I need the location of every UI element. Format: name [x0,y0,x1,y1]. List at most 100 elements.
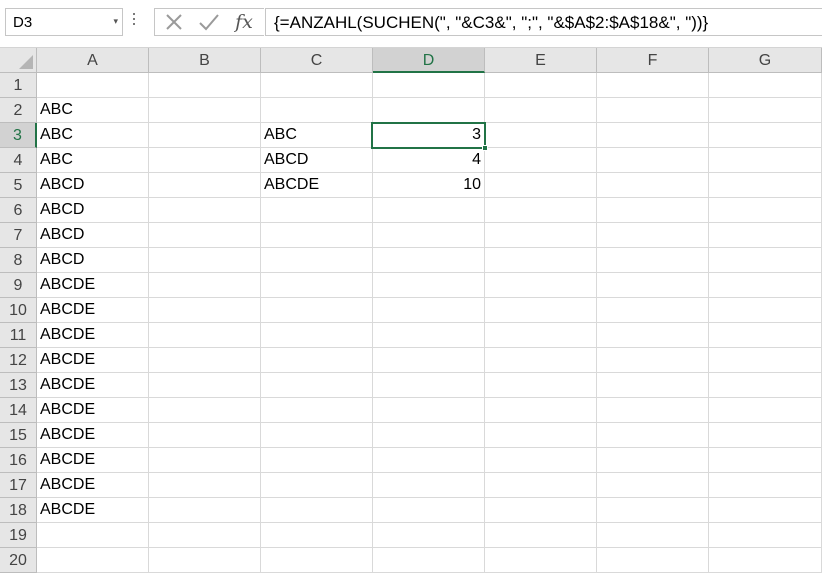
formula-input[interactable]: {=ANZAHL(SUCHEN(", "&C3&", ";", "&$A$2:$… [265,8,822,36]
cell-f3[interactable] [597,123,709,148]
cell-c1[interactable] [261,73,373,98]
cell-d7[interactable] [373,223,485,248]
cell-f12[interactable] [597,348,709,373]
row-header-20[interactable]: 20 [0,548,37,573]
cell-d6[interactable] [373,198,485,223]
cell-c20[interactable] [261,548,373,573]
cell-f11[interactable] [597,323,709,348]
cell-d14[interactable] [373,398,485,423]
row-header-9[interactable]: 9 [0,273,37,298]
cell-f14[interactable] [597,398,709,423]
cell-b19[interactable] [149,523,261,548]
cell-g2[interactable] [709,98,822,123]
cell-a10[interactable]: ABCDE [37,298,149,323]
cell-b1[interactable] [149,73,261,98]
row-header-6[interactable]: 6 [0,198,37,223]
cell-d20[interactable] [373,548,485,573]
cell-e9[interactable] [485,273,597,298]
fill-handle[interactable] [482,145,488,151]
column-header-d[interactable]: D [373,48,485,73]
insert-function-button[interactable]: fx [231,11,257,35]
cell-d2[interactable] [373,98,485,123]
cell-d18[interactable] [373,498,485,523]
cell-b5[interactable] [149,173,261,198]
row-header-13[interactable]: 13 [0,373,37,398]
name-box[interactable]: D3 ▾ [5,8,123,36]
cell-c3[interactable]: ABC [261,123,373,148]
select-all-corner[interactable] [0,48,37,73]
cell-b11[interactable] [149,323,261,348]
cell-f18[interactable] [597,498,709,523]
cell-d3[interactable]: 3 [373,123,485,148]
cell-a18[interactable]: ABCDE [37,498,149,523]
cell-e7[interactable] [485,223,597,248]
cell-b13[interactable] [149,373,261,398]
cell-a3[interactable]: ABC [37,123,149,148]
close-icon[interactable] [161,11,187,35]
cell-d11[interactable] [373,323,485,348]
cell-e8[interactable] [485,248,597,273]
cell-c11[interactable] [261,323,373,348]
cell-c12[interactable] [261,348,373,373]
cell-g4[interactable] [709,148,822,173]
cell-e17[interactable] [485,473,597,498]
chevron-down-icon[interactable]: ▾ [113,16,118,27]
cell-c17[interactable] [261,473,373,498]
cell-g6[interactable] [709,198,822,223]
cell-f20[interactable] [597,548,709,573]
row-header-18[interactable]: 18 [0,498,37,523]
cell-c8[interactable] [261,248,373,273]
cell-f9[interactable] [597,273,709,298]
cell-b2[interactable] [149,98,261,123]
cell-f17[interactable] [597,473,709,498]
cell-e5[interactable] [485,173,597,198]
row-header-12[interactable]: 12 [0,348,37,373]
cell-e10[interactable] [485,298,597,323]
cell-e12[interactable] [485,348,597,373]
cell-e19[interactable] [485,523,597,548]
cell-e20[interactable] [485,548,597,573]
cell-d4[interactable]: 4 [373,148,485,173]
cell-b3[interactable] [149,123,261,148]
cell-e3[interactable] [485,123,597,148]
checkmark-icon[interactable] [196,11,222,35]
cell-a7[interactable]: ABCD [37,223,149,248]
row-header-5[interactable]: 5 [0,173,37,198]
cell-f7[interactable] [597,223,709,248]
cell-f13[interactable] [597,373,709,398]
column-header-g[interactable]: G [709,48,822,73]
column-header-e[interactable]: E [485,48,597,73]
more-options-icon[interactable] [132,13,136,29]
row-header-7[interactable]: 7 [0,223,37,248]
cell-d15[interactable] [373,423,485,448]
cell-g14[interactable] [709,398,822,423]
column-header-f[interactable]: F [597,48,709,73]
cell-g1[interactable] [709,73,822,98]
row-header-15[interactable]: 15 [0,423,37,448]
cell-b18[interactable] [149,498,261,523]
cell-d16[interactable] [373,448,485,473]
cell-a12[interactable]: ABCDE [37,348,149,373]
row-header-2[interactable]: 2 [0,98,37,123]
cell-g12[interactable] [709,348,822,373]
cell-d1[interactable] [373,73,485,98]
cell-a13[interactable]: ABCDE [37,373,149,398]
row-header-4[interactable]: 4 [0,148,37,173]
cell-d19[interactable] [373,523,485,548]
cell-a17[interactable]: ABCDE [37,473,149,498]
cell-e13[interactable] [485,373,597,398]
row-header-10[interactable]: 10 [0,298,37,323]
cell-g13[interactable] [709,373,822,398]
cell-g7[interactable] [709,223,822,248]
row-header-19[interactable]: 19 [0,523,37,548]
cell-a6[interactable]: ABCD [37,198,149,223]
cell-b15[interactable] [149,423,261,448]
column-header-a[interactable]: A [37,48,149,73]
cell-f16[interactable] [597,448,709,473]
cell-d8[interactable] [373,248,485,273]
cell-d12[interactable] [373,348,485,373]
cell-g5[interactable] [709,173,822,198]
cell-b14[interactable] [149,398,261,423]
row-header-1[interactable]: 1 [0,73,37,98]
cell-f4[interactable] [597,148,709,173]
